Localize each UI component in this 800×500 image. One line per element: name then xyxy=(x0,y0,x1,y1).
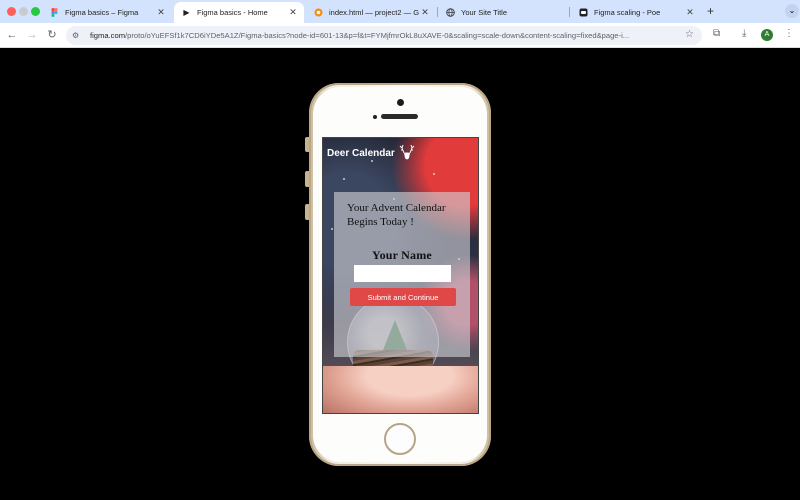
submit-continue-button[interactable]: Submit and Continue xyxy=(350,288,456,306)
hand-photo xyxy=(323,366,478,413)
phone-speaker xyxy=(381,114,418,119)
headline: Your Advent Calendar Begins Today ! xyxy=(347,202,446,228)
phone-camera xyxy=(373,115,377,119)
tab-title: Figma scaling - Poe xyxy=(594,8,661,17)
snowflake xyxy=(433,173,435,175)
bookmark-star-icon[interactable]: ☆ xyxy=(685,29,694,40)
gitpod-icon xyxy=(314,8,323,17)
download-icon[interactable]: ⤓ xyxy=(742,28,746,39)
phone-front-sensor xyxy=(397,99,404,106)
back-arrow-icon[interactable]: ← xyxy=(4,27,20,43)
extensions-icon[interactable]: ⧉ xyxy=(713,28,720,39)
app-header: Deer Calendar xyxy=(327,144,416,162)
minimize-window-button[interactable] xyxy=(19,7,28,16)
name-label: Your Name xyxy=(372,248,432,262)
deer-logo-icon xyxy=(399,144,415,160)
address-bar[interactable]: ⚙ figma.com/proto/oYuEFSf1k7CD6iYDe5A1Z/… xyxy=(66,26,702,45)
phone-home-button xyxy=(384,423,416,455)
poe-icon xyxy=(579,8,588,17)
close-tab-icon[interactable]: ✕ xyxy=(287,7,299,18)
figma-icon xyxy=(50,8,59,17)
tab-divider xyxy=(569,7,570,17)
globe-icon xyxy=(446,8,455,17)
brand-title: Deer Calendar xyxy=(327,147,395,159)
tab-title: Figma basics - Home xyxy=(197,8,268,17)
tab-search-button[interactable]: ⌄ xyxy=(785,4,799,18)
tab-figma-basics-home[interactable]: ▶ Figma basics - Home ✕ xyxy=(174,2,304,23)
url-text[interactable]: figma.com/proto/oYuEFSf1k7CD6iYDe5A1Z/Fi… xyxy=(90,31,680,40)
tab-figma-basics-figma[interactable]: Figma basics – Figma ✕ xyxy=(42,2,172,23)
name-input[interactable] xyxy=(354,265,451,282)
close-tab-icon[interactable]: ✕ xyxy=(419,7,431,18)
reload-icon[interactable]: ↻ xyxy=(44,27,60,43)
play-icon: ▶ xyxy=(183,8,190,17)
close-window-button[interactable] xyxy=(7,7,16,16)
close-tab-icon[interactable]: ✕ xyxy=(684,7,696,18)
forward-arrow-icon[interactable]: → xyxy=(24,27,40,43)
tab-title: index.html — project2 — Gitp xyxy=(329,8,419,17)
profile-avatar[interactable]: A xyxy=(761,29,773,41)
new-tab-button[interactable]: + xyxy=(707,4,714,18)
more-menu-icon[interactable]: ⋮ xyxy=(784,28,794,39)
site-info-icon[interactable]: ⚙ xyxy=(72,31,84,40)
tab-your-site-title[interactable]: Your Site Title xyxy=(438,2,568,23)
tab-divider xyxy=(437,7,438,17)
snowflake xyxy=(343,178,345,180)
browser-toolbar: ← → ↻ ⚙ figma.com/proto/oYuEFSf1k7CD6iYD… xyxy=(0,23,800,48)
tab-figma-scaling-poe[interactable]: Figma scaling - Poe ✕ xyxy=(571,2,701,23)
prototype-screen: Deer Calendar Your Advent Calendar Begin… xyxy=(322,137,479,414)
signup-card: Your Advent Calendar Begins Today ! Your… xyxy=(334,192,470,357)
tab-strip: Figma basics – Figma ✕ ▶ Figma basics - … xyxy=(0,0,800,23)
maximize-window-button[interactable] xyxy=(31,7,40,16)
snowflake xyxy=(331,228,333,230)
close-tab-icon[interactable]: ✕ xyxy=(155,7,167,18)
tab-title: Figma basics – Figma xyxy=(65,8,139,17)
tab-title: Your Site Title xyxy=(461,8,507,17)
tab-index-html-gitpod[interactable]: index.html — project2 — Gitp ✕ xyxy=(306,2,436,23)
